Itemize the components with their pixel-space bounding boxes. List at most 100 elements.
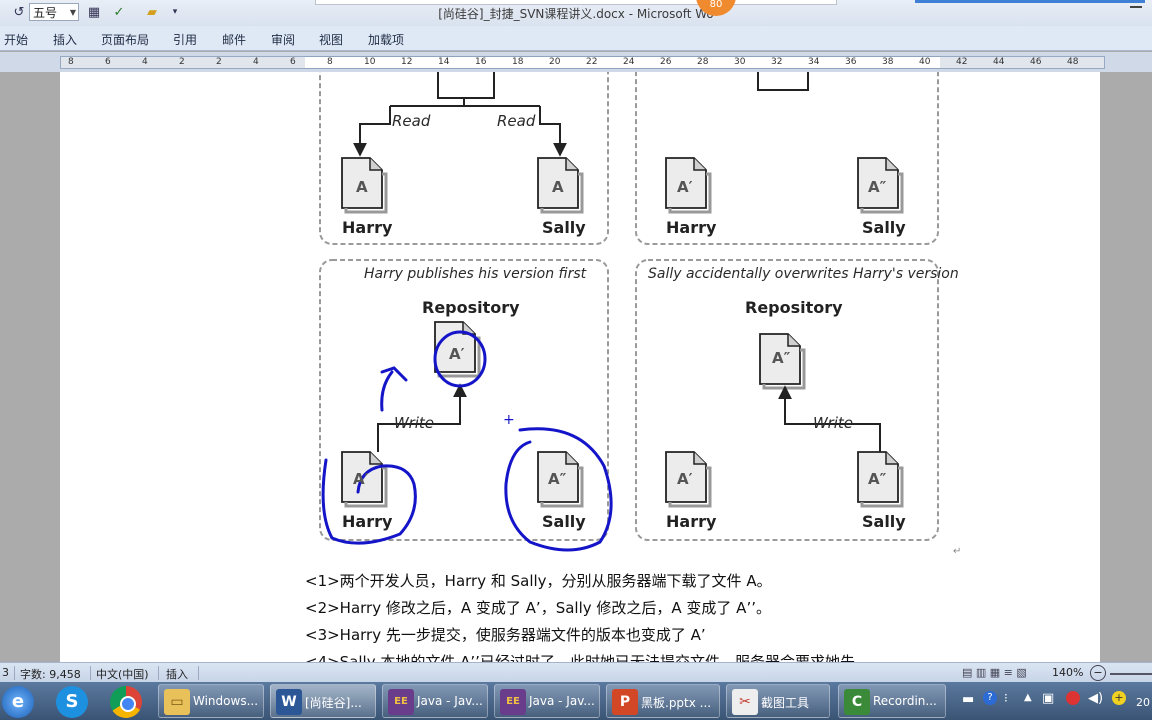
repository-doc-top-right	[757, 72, 809, 91]
ruler-number: 28	[697, 57, 709, 67]
ruler-number: 24	[623, 57, 635, 67]
ruler-number: 2	[179, 57, 185, 67]
zoom-out-icon[interactable]: −	[1090, 665, 1106, 681]
keyboard-icon[interactable]: ▬	[962, 692, 974, 707]
read-label-right: Read	[497, 112, 536, 130]
ribbon-tabs: 开始 插入 页面布局 引用 邮件 审阅 视图 加载项	[0, 26, 1152, 51]
window-accent	[915, 0, 1145, 3]
doc-paragraph: <2>Harry 修改之后，A 变成了 A’，Sally 修改之后，A 变成了 …	[305, 599, 771, 617]
page-number[interactable]: 3	[2, 666, 9, 679]
pointer-icon[interactable]: ⁝	[1004, 691, 1008, 705]
ruler-number: 4	[253, 57, 259, 67]
ruler-number: 34	[808, 57, 820, 67]
taskbar-button-eclipse-1[interactable]: EE Java - Jav...	[382, 684, 488, 718]
sally-label: Sally	[542, 218, 586, 237]
camtasia-icon: C	[844, 689, 870, 715]
view-buttons-icon[interactable]: ▤ ▥ ▦ ≡ ▧	[962, 666, 1027, 679]
status-divider	[158, 666, 159, 680]
doc-paragraph: <1>两个开发人员，Harry 和 Sally，分别从服务器端下载了文件 A。	[305, 572, 772, 590]
title-bar: ↺ 五号 ▼ ▦ ✓ ▰ ▾ [尚硅谷]_封捷_SVN课程讲义.docx - M…	[0, 0, 1152, 26]
paragraph-mark-icon: ↵	[953, 546, 962, 557]
status-divider	[14, 666, 15, 680]
network-icon[interactable]: ▣	[1042, 691, 1054, 706]
ruler-number: 8	[68, 57, 74, 67]
ie-icon[interactable]: e	[2, 686, 34, 718]
file-label: A	[356, 178, 368, 196]
language[interactable]: 中文(中国)	[96, 666, 149, 682]
show-hidden-icons[interactable]: ▲	[1024, 692, 1032, 703]
word-count[interactable]: 字数: 9,458	[20, 666, 81, 682]
tab-view[interactable]: 视图	[319, 31, 343, 48]
panel-caption: Sally accidentally overwrites Harry's ve…	[648, 266, 959, 282]
ruler-number: 10	[364, 57, 376, 67]
annotation-arrow	[380, 366, 408, 412]
taskbar-button-explorer[interactable]: ▭ Windows...	[158, 684, 264, 718]
sally-label: Sally	[542, 512, 586, 531]
ruler-number: 16	[475, 57, 487, 67]
ruler-number: 36	[845, 57, 857, 67]
ruler-number: 6	[105, 57, 111, 67]
write-label: Write	[813, 414, 854, 432]
doc-paragraph: <4>Sally 本地的文件 A’’已经过时了，此时她已无法提交文件，服务器会要…	[305, 653, 855, 662]
taskbar-button-eclipse-2[interactable]: EE Java - Jav...	[494, 684, 600, 718]
file-label: A″	[868, 178, 887, 196]
file-label: A″	[868, 470, 887, 488]
ruler-number: 42	[956, 57, 968, 67]
security-icon[interactable]	[1066, 691, 1080, 705]
window-title: [尚硅谷]_封捷_SVN课程讲义.docx - Microsoft Wo	[438, 7, 714, 21]
taskbar-button-snipping-tool[interactable]: ✂ 截图工具	[726, 684, 830, 718]
read-label-left: Read	[392, 112, 431, 130]
harry-label: Harry	[666, 512, 717, 531]
tab-references[interactable]: 引用	[173, 31, 197, 48]
document-page[interactable]: + Read Read A A Harry Sally A′ A″ Harry …	[60, 72, 1100, 662]
cursor-plus-icon: +	[503, 412, 515, 428]
zoom-level[interactable]: 140%	[1052, 666, 1083, 679]
ruler-number: 22	[586, 57, 598, 67]
taskbar-button-word[interactable]: W [尚硅谷]...	[270, 684, 376, 718]
tab-insert[interactable]: 插入	[53, 31, 77, 48]
taskbar-button-powerpoint[interactable]: P 黑板.pptx ...	[606, 684, 720, 718]
sally-label: Sally	[862, 218, 906, 237]
volume-icon[interactable]: ◀)	[1088, 691, 1103, 706]
ruler-number: 48	[1067, 57, 1079, 67]
tab-addins[interactable]: 加载项	[368, 31, 404, 48]
tab-mailings[interactable]: 邮件	[222, 31, 246, 48]
ruler-number: 18	[512, 57, 524, 67]
taskbar: e S ▭ Windows... W [尚硅谷]... EE Java - Ja…	[0, 682, 1152, 720]
file-label: A′	[353, 470, 369, 488]
harry-label: Harry	[342, 512, 393, 531]
file-label: A″	[772, 349, 791, 367]
file-label: A	[552, 178, 564, 196]
tab-home[interactable]: 开始	[4, 31, 28, 48]
status-bar: 3 字数: 9,458 中文(中国) 插入 ▤ ▥ ▦ ≡ ▧ 140% −	[0, 662, 1152, 683]
ruler-number: 2	[216, 57, 222, 67]
help-icon[interactable]: ?	[983, 691, 997, 705]
write-label: Write	[394, 414, 435, 432]
chrome-icon[interactable]	[110, 686, 142, 718]
update-icon[interactable]: +	[1112, 691, 1126, 705]
sogou-icon[interactable]: S	[56, 686, 88, 718]
folder-icon: ▭	[164, 689, 190, 715]
ruler-number: 38	[882, 57, 894, 67]
ruler-number: 20	[549, 57, 561, 67]
file-label: A′	[449, 345, 465, 363]
sally-label: Sally	[862, 512, 906, 531]
eclipse-icon: EE	[500, 689, 526, 715]
file-label: A′	[677, 178, 693, 196]
zoom-slider[interactable]	[1110, 673, 1152, 675]
tab-page-layout[interactable]: 页面布局	[101, 31, 149, 48]
file-label: A′	[677, 470, 693, 488]
file-label: A″	[548, 470, 567, 488]
ruler-number: 30	[734, 57, 746, 67]
scissors-icon: ✂	[732, 689, 758, 715]
repository-label: Repository	[422, 298, 520, 317]
clock[interactable]: 20	[1136, 696, 1150, 709]
ruler-number: 32	[771, 57, 783, 67]
eclipse-icon: EE	[388, 689, 414, 715]
insert-mode[interactable]: 插入	[166, 666, 188, 682]
taskbar-button-recording[interactable]: C Recordin...	[838, 684, 946, 718]
status-divider	[90, 666, 91, 680]
minimize-icon[interactable]	[1130, 6, 1142, 8]
tab-review[interactable]: 审阅	[271, 31, 295, 48]
doc-paragraph: <3>Harry 先一步提交，使服务器端文件的版本也变成了 A’	[305, 626, 706, 644]
